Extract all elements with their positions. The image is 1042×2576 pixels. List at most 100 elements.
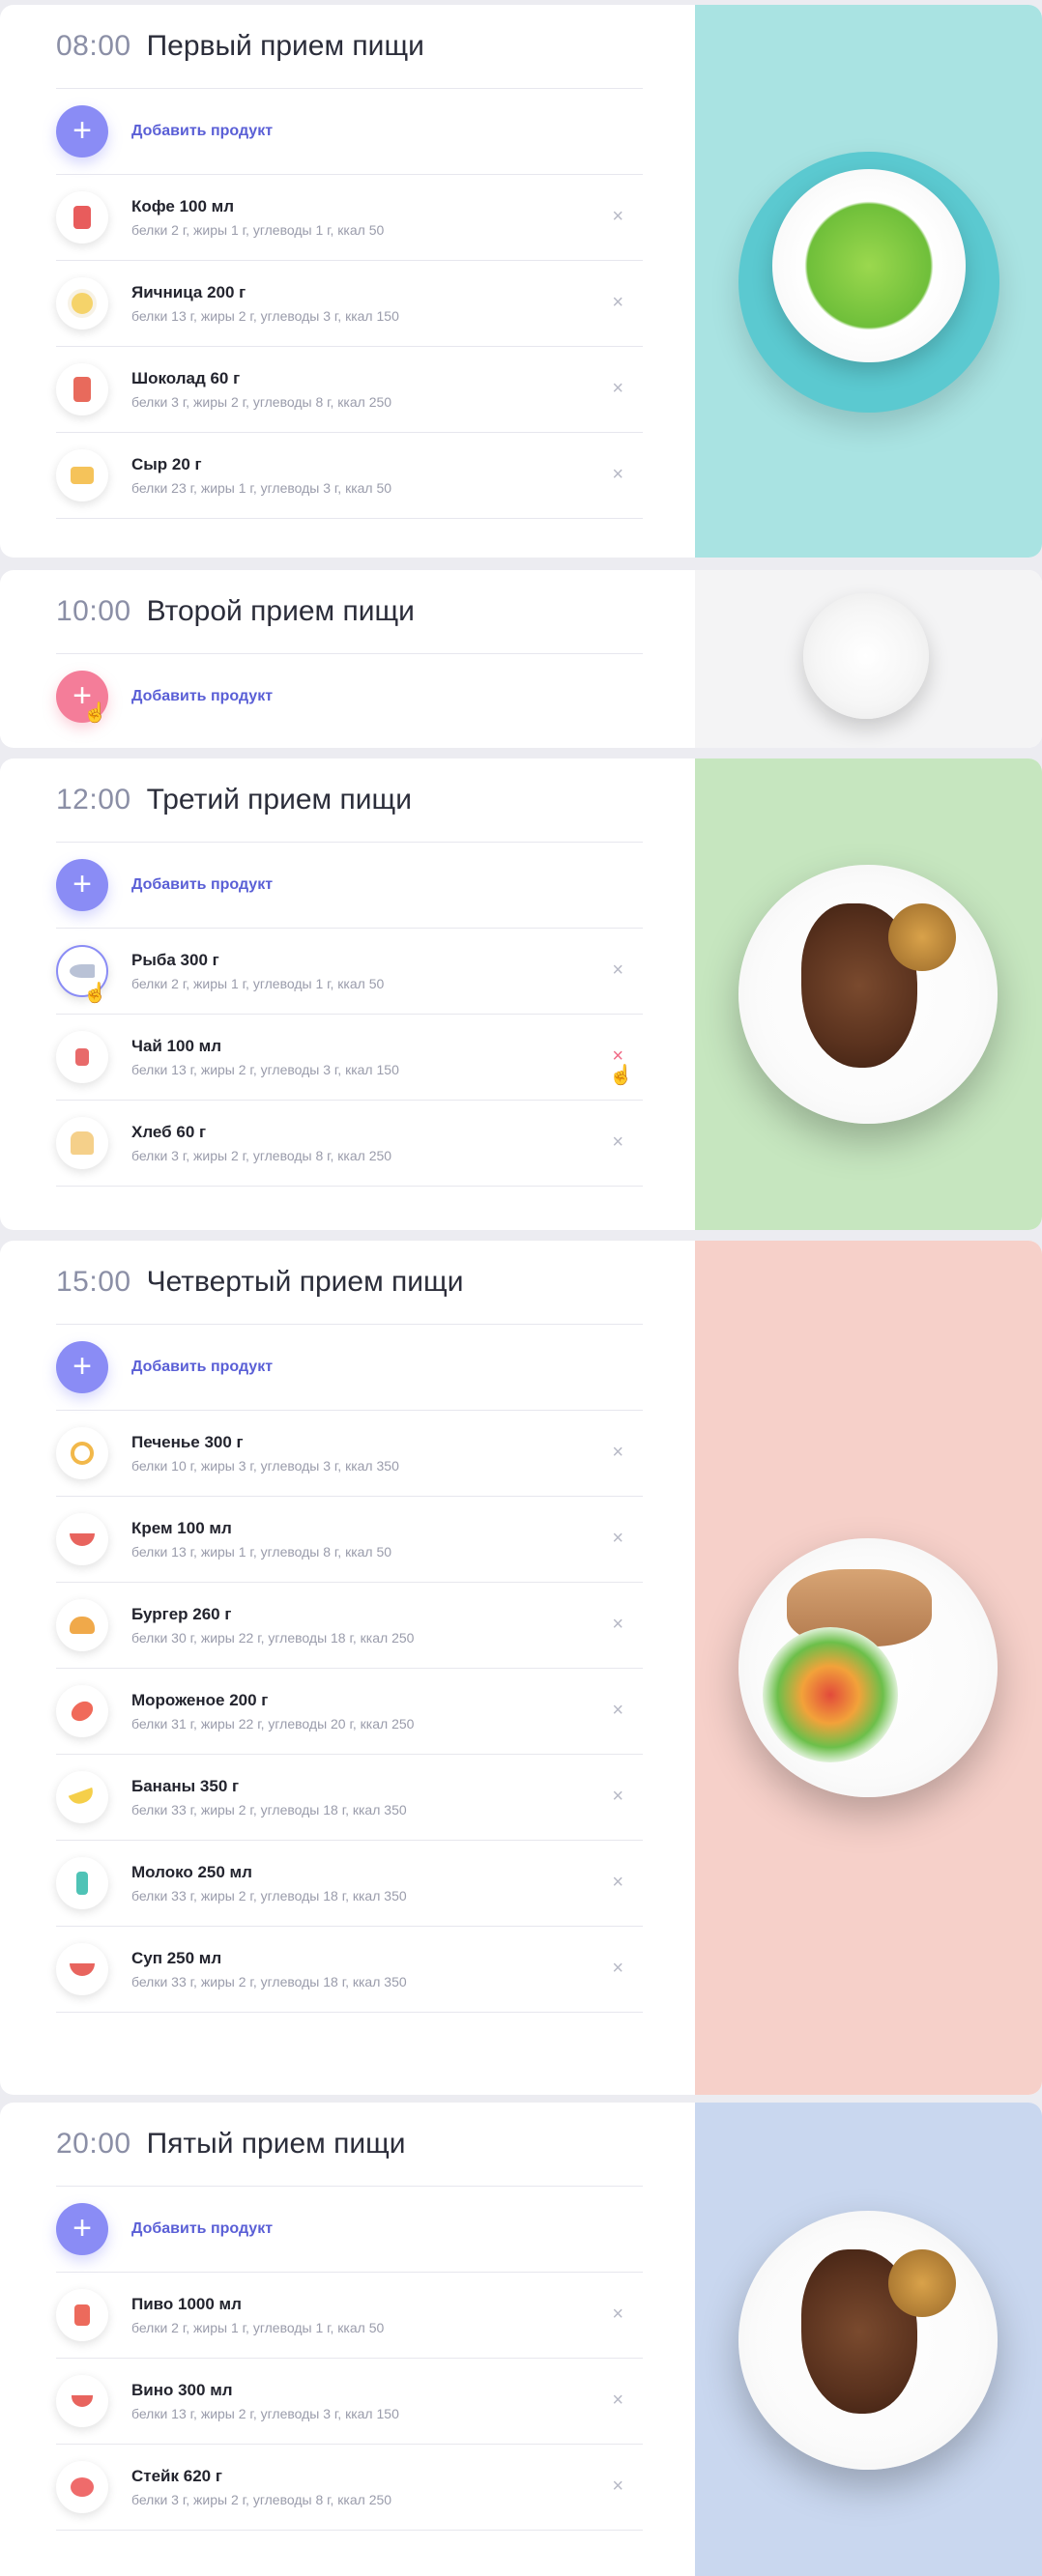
remove-item-button[interactable]: ×: [612, 1442, 623, 1464]
meal-header: 10:00 Второй прием пищи: [56, 570, 643, 654]
remove-item-button[interactable]: ×: [612, 464, 623, 486]
meal-card-2: 10:00 Второй прием пищи + Добавить проду…: [0, 570, 1042, 748]
ice-cream-icon: [56, 1685, 108, 1737]
food-nutrition: белки 31 г, жиры 22 г, углеводы 20 г, кк…: [131, 1716, 415, 1732]
meal-title: Второй прием пищи: [146, 595, 415, 627]
remove-item-button[interactable]: ×: [612, 292, 623, 314]
food-item[interactable]: ☝ Рыба 300 г белки 2 г, жиры 1 г, углевод…: [56, 929, 643, 1015]
hand-cursor-icon: ☝: [83, 702, 107, 724]
add-product-label[interactable]: Добавить продукт: [131, 123, 273, 140]
milk-bottle-icon: [56, 1857, 108, 1909]
add-product-row[interactable]: + Добавить продукт ☝: [56, 654, 643, 739]
meal-image-panel: [695, 758, 1042, 1230]
meal-header: 12:00 Третий прием пищи: [56, 758, 643, 843]
add-product-label[interactable]: Добавить продукт: [131, 2220, 273, 2238]
food-item[interactable]: Хлеб 60 г белки 3 г, жиры 2 г, углеводы 8…: [56, 1101, 643, 1187]
remove-item-button[interactable]: ×: [612, 2390, 623, 2412]
remove-item-button[interactable]: ×: [612, 1528, 623, 1550]
hand-cursor-icon: ☝: [83, 983, 107, 1004]
add-product-row[interactable]: + Добавить продукт: [56, 2187, 643, 2273]
add-product-row[interactable]: + Добавить продукт: [56, 89, 643, 175]
food-item[interactable]: Вино 300 мл белки 13 г, жиры 2 г, углевод…: [56, 2359, 643, 2445]
food-nutrition: белки 10 г, жиры 3 г, углеводы 3 г, ккал…: [131, 1458, 399, 1474]
hand-cursor-icon: ☝: [609, 1065, 633, 1086]
meal-header: 08:00 Первый прием пищи: [56, 5, 643, 89]
food-item[interactable]: Кофе 100 мл белки 2 г, жиры 1 г, углеводы…: [56, 175, 643, 261]
remove-item-button[interactable]: ×: [612, 206, 623, 228]
meal-image-panel: [695, 570, 1042, 748]
food-name: Хлеб 60 г: [131, 1123, 207, 1141]
food-item[interactable]: Сыр 20 г белки 23 г, жиры 1 г, углеводы 3…: [56, 433, 643, 519]
food-item[interactable]: Крем 100 мл белки 13 г, жиры 1 г, углевод…: [56, 1497, 643, 1583]
meal-card-1: 08:00 Первый прием пищи + Добавить проду…: [0, 5, 1042, 558]
food-nutrition: белки 3 г, жиры 2 г, углеводы 8 г, ккал …: [131, 394, 392, 410]
potatoes-food: [888, 903, 956, 971]
food-name: Сыр 20 г: [131, 455, 202, 473]
food-name: Мороженое 200 г: [131, 1691, 269, 1709]
meal-card-4: 15:00 Четвертый прием пищи + Добавить пр…: [0, 1241, 1042, 2095]
steak-icon: [56, 2461, 108, 2513]
remove-item-button[interactable]: ×: [612, 2304, 623, 2326]
add-product-row[interactable]: + Добавить продукт: [56, 843, 643, 929]
food-item[interactable]: Чай 100 мл белки 13 г, жиры 2 г, углеводы…: [56, 1015, 643, 1101]
soup-bowl-icon: [56, 1943, 108, 1995]
meal-time: 12:00: [56, 784, 131, 816]
meal-time: 15:00: [56, 1266, 131, 1298]
add-product-button[interactable]: +: [56, 2203, 108, 2255]
banana-icon: [56, 1771, 108, 1823]
food-item[interactable]: Мороженое 200 г белки 31 г, жиры 22 г, уг…: [56, 1669, 643, 1755]
food-nutrition: белки 3 г, жиры 2 г, углеводы 8 г, ккал …: [131, 2492, 392, 2507]
pretzel-icon: [56, 1427, 108, 1479]
meal-time: 10:00: [56, 595, 131, 627]
food-item[interactable]: Печенье 300 г белки 10 г, жиры 3 г, углев…: [56, 1411, 643, 1497]
remove-item-button[interactable]: ×: [612, 1131, 623, 1154]
food-nutrition: белки 3 г, жиры 2 г, углеводы 8 г, ккал …: [131, 1148, 392, 1163]
meal-card-3: 12:00 Третий прием пищи + Добавить проду…: [0, 758, 1042, 1230]
remove-item-button[interactable]: ×: [612, 1614, 623, 1636]
food-item[interactable]: Стейк 620 г белки 3 г, жиры 2 г, углеводы…: [56, 2445, 643, 2531]
remove-item-button[interactable]: ×: [612, 2476, 623, 2498]
food-nutrition: белки 33 г, жиры 2 г, углеводы 18 г, кка…: [131, 1888, 407, 1903]
food-item[interactable]: Молоко 250 мл белки 33 г, жиры 2 г, углев…: [56, 1841, 643, 1927]
meal-header: 20:00 Пятый прием пищи: [56, 2103, 643, 2187]
add-product-button[interactable]: +: [56, 859, 108, 911]
remove-item-button[interactable]: ×: [612, 1958, 623, 1980]
food-nutrition: белки 13 г, жиры 2 г, углеводы 3 г, ккал…: [131, 308, 399, 324]
add-product-label[interactable]: Добавить продукт: [131, 688, 273, 705]
food-nutrition: белки 33 г, жиры 2 г, углеводы 18 г, кка…: [131, 1802, 407, 1818]
food-nutrition: белки 13 г, жиры 2 г, углеводы 3 г, ккал…: [131, 2406, 399, 2421]
fried-egg-icon: [56, 277, 108, 329]
food-name: Яичница 200 г: [131, 283, 246, 301]
meal-title: Четвертый прием пищи: [146, 1266, 464, 1298]
food-item[interactable]: Шоколад 60 г белки 3 г, жиры 2 г, углевод…: [56, 347, 643, 433]
remove-item-button[interactable]: ×: [612, 1700, 623, 1722]
remove-item-button[interactable]: ×: [612, 378, 623, 400]
food-name: Рыба 300 г: [131, 951, 219, 969]
add-product-row[interactable]: + Добавить продукт: [56, 1325, 643, 1411]
add-product-label[interactable]: Добавить продукт: [131, 876, 273, 894]
add-product-label[interactable]: Добавить продукт: [131, 1359, 273, 1376]
food-nutrition: белки 2 г, жиры 1 г, углеводы 1 г, ккал …: [131, 2320, 385, 2335]
food-item[interactable]: Яичница 200 г белки 13 г, жиры 2 г, углев…: [56, 261, 643, 347]
food-name: Суп 250 мл: [131, 1949, 222, 1967]
burger-icon: [56, 1599, 108, 1651]
food-item[interactable]: Суп 250 мл белки 33 г, жиры 2 г, углеводы…: [56, 1927, 643, 2013]
meal-image-panel: [695, 2103, 1042, 2576]
food-name: Вино 300 мл: [131, 2381, 233, 2399]
meal-title: Первый прием пищи: [146, 30, 424, 62]
food-name: Печенье 300 г: [131, 1433, 244, 1451]
meal-time: 20:00: [56, 2128, 131, 2160]
food-item[interactable]: Пиво 1000 мл белки 2 г, жиры 1 г, углевод…: [56, 2273, 643, 2359]
food-item[interactable]: Бананы 350 г белки 33 г, жиры 2 г, углево…: [56, 1755, 643, 1841]
remove-item-button[interactable]: ×: [612, 1872, 623, 1894]
bread-icon: [56, 1117, 108, 1169]
remove-item-button[interactable]: ×: [612, 959, 623, 982]
food-name: Бананы 350 г: [131, 1777, 240, 1795]
food-item[interactable]: Бургер 260 г белки 30 г, жиры 22 г, углев…: [56, 1583, 643, 1669]
potatoes-food: [888, 2249, 956, 2317]
remove-item-button[interactable]: ×: [612, 1786, 623, 1808]
food-nutrition: белки 33 г, жиры 2 г, углеводы 18 г, кка…: [131, 1974, 407, 1989]
add-product-button[interactable]: +: [56, 1341, 108, 1393]
food-nutrition: белки 23 г, жиры 1 г, углеводы 3 г, ккал…: [131, 480, 392, 496]
add-product-button[interactable]: +: [56, 105, 108, 157]
